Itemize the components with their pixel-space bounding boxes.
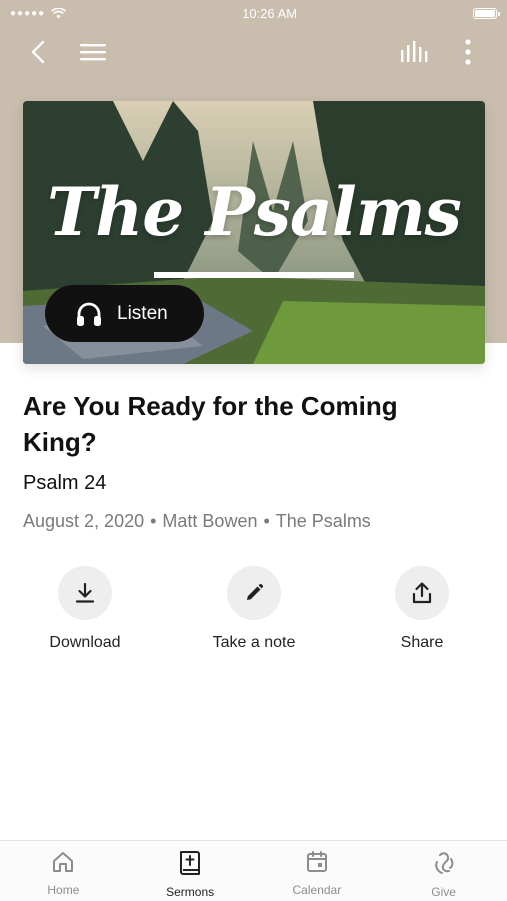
share-label: Share (400, 634, 444, 651)
tab-calendar-label: Calendar (292, 883, 342, 897)
tab-home-label: Home (47, 883, 80, 897)
download-label: Download (49, 634, 121, 651)
back-button[interactable] (16, 30, 60, 74)
calendar-icon (306, 851, 327, 872)
bible-icon (180, 851, 201, 875)
meta-separator: • (150, 511, 157, 531)
tab-sermons[interactable]: Sermons (127, 841, 254, 901)
nav-bar (0, 30, 507, 74)
tab-give[interactable]: Give (380, 841, 507, 901)
menu-icon (80, 44, 106, 61)
tab-give-label: Give (431, 885, 456, 899)
download-circle (58, 566, 112, 620)
more-button[interactable] (446, 30, 490, 74)
audio-bars-icon (401, 41, 428, 62)
more-vertical-icon (465, 39, 471, 65)
note-circle (227, 566, 281, 620)
signal-icon: ●●●●● (10, 7, 46, 19)
tab-bar: Home Sermons Calendar Give (0, 840, 507, 901)
download-icon (75, 582, 95, 603)
share-icon (412, 582, 432, 604)
sermon-date: August 2, 2020 (23, 511, 145, 531)
sermon-meta: August 2, 2020 • Matt Bowen • The Psalms (23, 511, 371, 532)
sermon-series[interactable]: The Psalms (276, 511, 371, 531)
sermon-passage: Psalm 24 (23, 472, 107, 494)
status-time: 10:26 AM (242, 5, 298, 21)
sermon-title: Are You Ready for the Coming King? (23, 391, 398, 457)
sermon-speaker[interactable]: Matt Bowen (162, 511, 257, 531)
meta-separator: • (263, 511, 270, 531)
headphones-icon (77, 302, 101, 326)
tab-calendar[interactable]: Calendar (254, 841, 381, 901)
tab-sermons-label: Sermons (166, 885, 215, 899)
back-icon (31, 40, 45, 64)
take-note-label: Take a note (212, 634, 296, 651)
status-left: ●●●●● (10, 7, 67, 19)
title-underline (154, 272, 354, 278)
give-icon (434, 852, 453, 874)
tab-home[interactable]: Home (0, 841, 127, 901)
share-circle (395, 566, 449, 620)
download-button[interactable]: Download (15, 566, 155, 652)
share-button[interactable]: Share (352, 566, 492, 652)
series-title: The Psalms (47, 173, 462, 251)
listen-button[interactable]: Listen (45, 285, 204, 342)
pencil-icon (247, 583, 264, 600)
menu-button[interactable] (71, 30, 115, 74)
wifi-icon (51, 7, 67, 18)
take-note-button[interactable]: Take a note (184, 566, 324, 652)
status-bar: ●●●●● 10:26 AM (0, 0, 507, 26)
battery-icon (472, 7, 500, 19)
home-icon (53, 852, 74, 872)
listen-label: Listen (117, 302, 168, 324)
audio-button[interactable] (393, 30, 437, 74)
